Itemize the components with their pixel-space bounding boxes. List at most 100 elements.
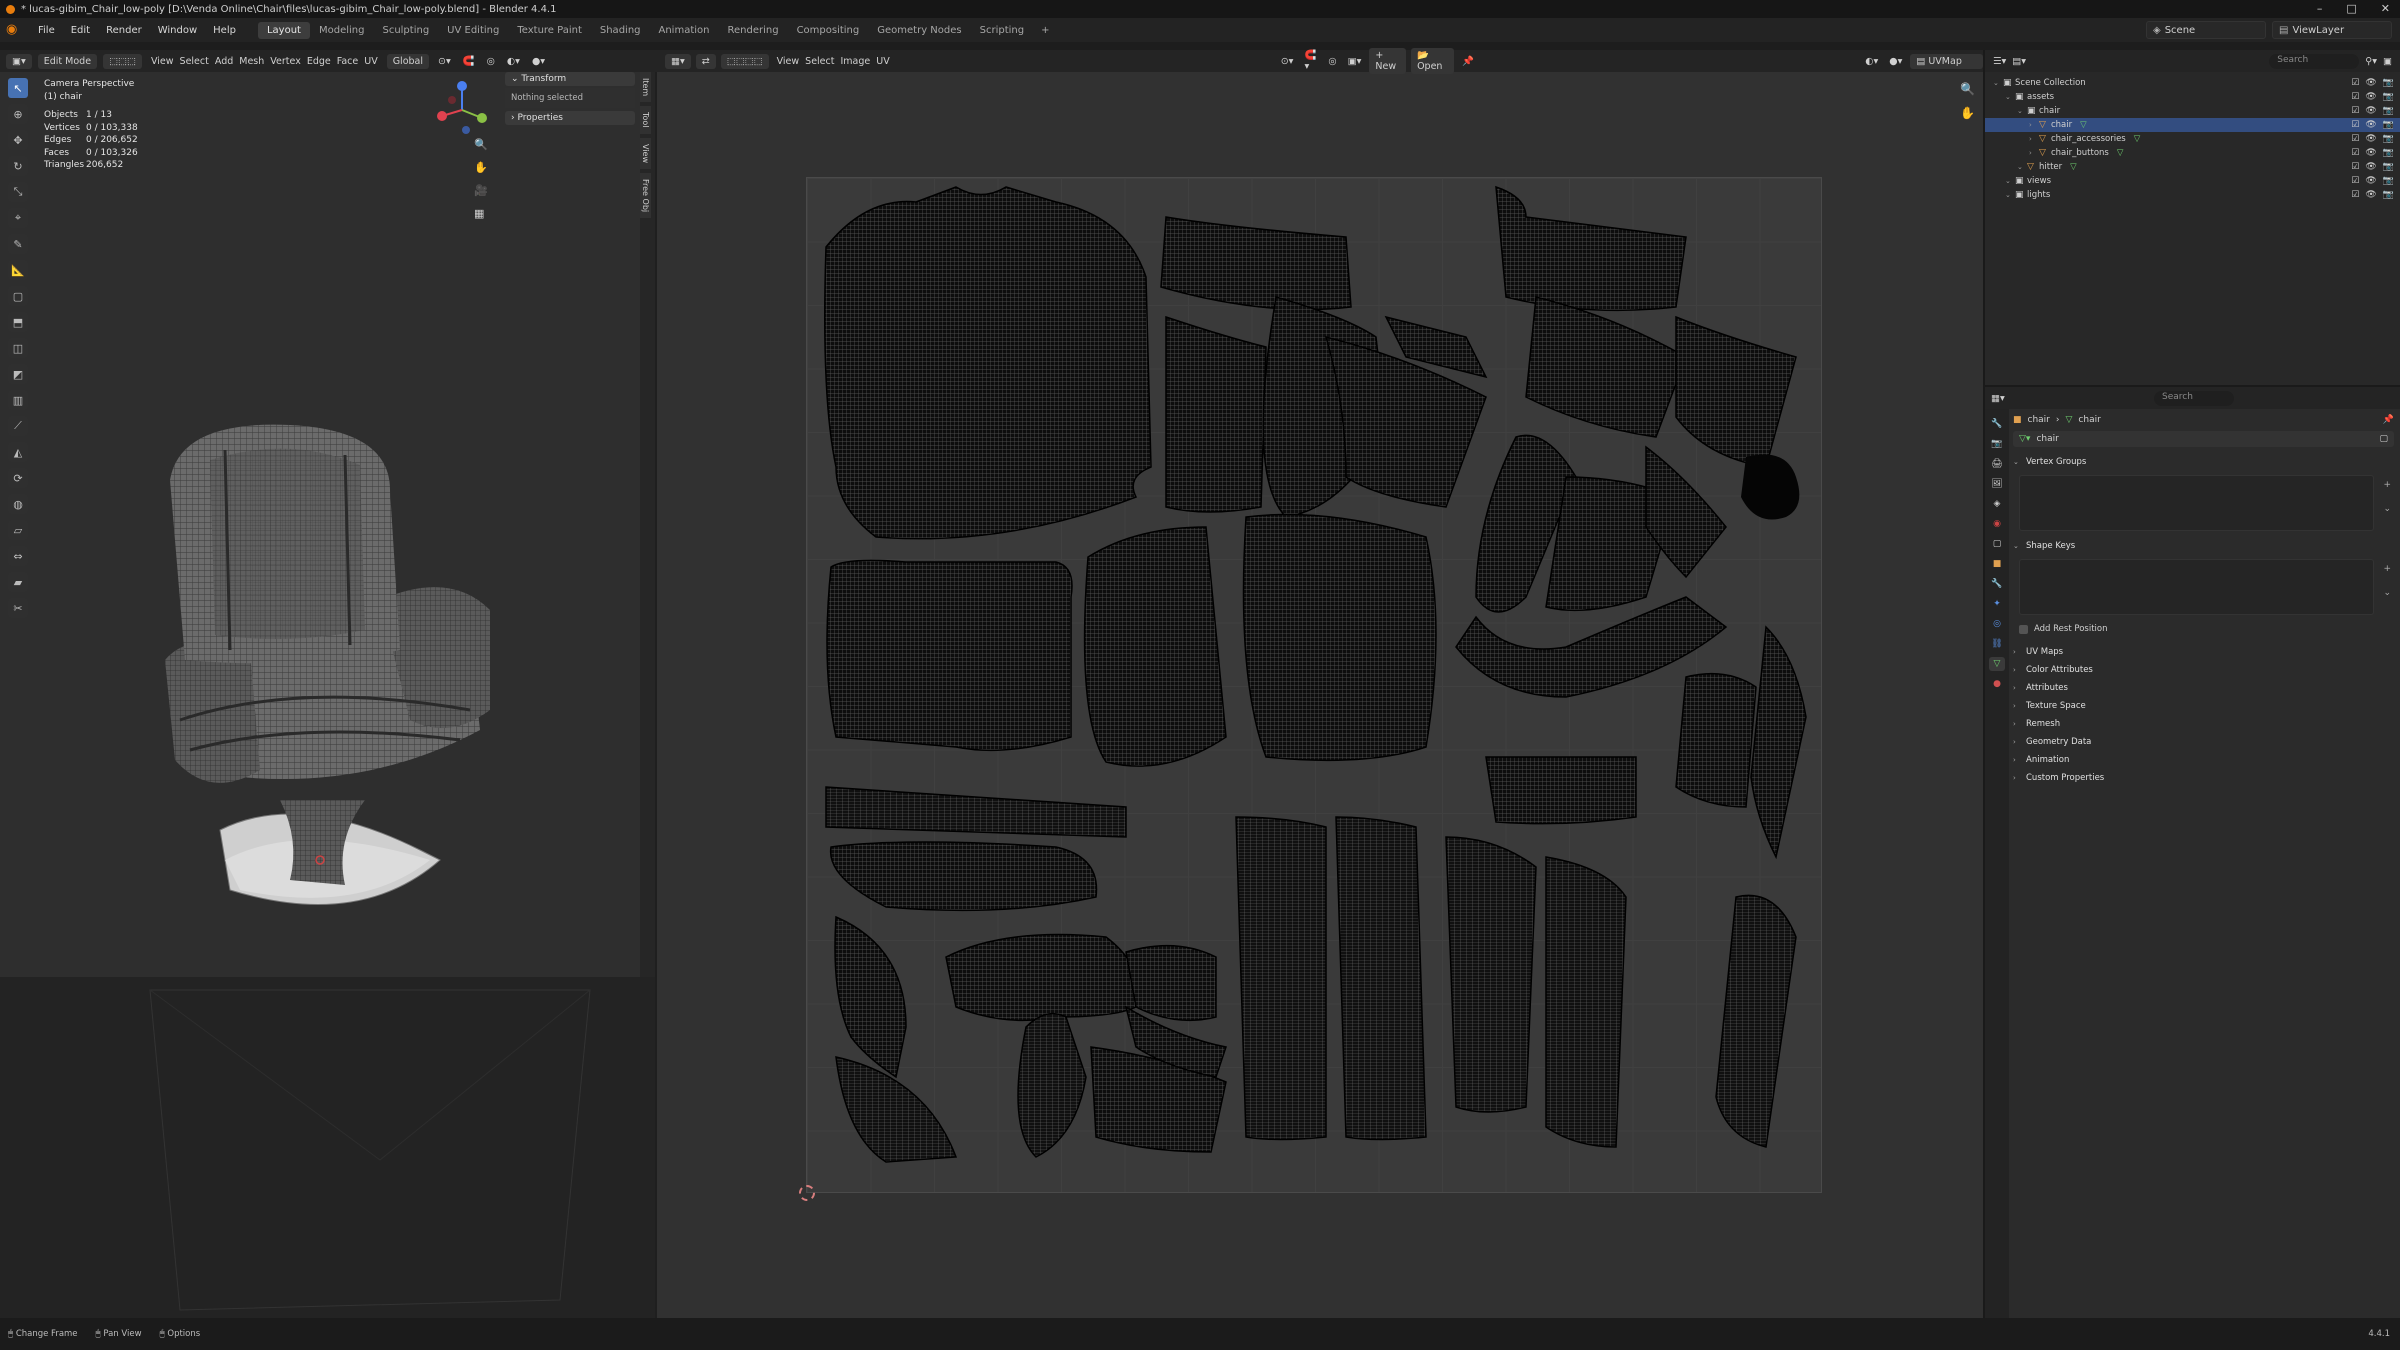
uv-menu-uv[interactable]: UV [873,56,892,67]
sidebar-tab-view[interactable]: View [640,137,651,169]
add-rest-position-checkbox[interactable]: Add Rest Position [2013,621,2394,637]
maximize-icon[interactable]: □ [2346,2,2356,15]
navigation-gizmo[interactable] [430,78,494,142]
gizmo-x-axis[interactable] [437,111,447,121]
panel-attributes[interactable]: › Attributes [2013,679,2394,697]
vertex-group-menu-icon[interactable]: ⌄ [2383,504,2391,514]
viewport-menu-view[interactable]: View [148,56,177,67]
annotate-tool-icon[interactable]: ✎ [8,234,28,254]
outliner-editor-type-icon[interactable]: ☰▾ [1993,56,2006,67]
pin-icon[interactable]: 📌 [2383,415,2394,425]
checkbox-icon[interactable]: ☑ [2351,148,2359,158]
uvmap-selector[interactable]: ▤ UVMap [1910,53,1984,69]
tool-tab-icon[interactable]: 🔧 [1989,417,2005,431]
workspace-tab-scripting[interactable]: Scripting [971,22,1033,39]
eye-icon[interactable]: 👁 [2365,78,2376,88]
loop-cut-tool-icon[interactable]: ▥ [8,390,28,410]
outliner-row[interactable]: ⌄ ▣ assets ☑ 👁 📷 [1985,90,2400,104]
scene-tab-icon[interactable]: ◈ [1989,497,2005,511]
move-tool-icon[interactable]: ✥ [8,130,28,150]
panel-geometry-data[interactable]: › Geometry Data [2013,733,2394,751]
menu-help[interactable]: Help [205,25,244,36]
collection-tab-icon[interactable]: ▢ [1989,537,2005,551]
checkbox-icon[interactable]: ☑ [2351,92,2359,102]
render-tab-icon[interactable]: 📷 [1989,437,2005,451]
modifier-tab-icon[interactable]: 🔧 [1989,577,2005,591]
snap-icon[interactable]: 🧲 [460,56,478,67]
workspace-tab-rendering[interactable]: Rendering [718,22,787,39]
uv-pan-icon[interactable]: ✋ [1960,106,1975,120]
uv-snap-icon[interactable]: 🧲▾ [1301,50,1320,72]
checkbox-icon[interactable]: ☑ [2351,120,2359,130]
camera-render-icon[interactable]: 📷 [2383,190,2394,200]
cursor-tool-icon[interactable]: ⊕ [8,104,28,124]
properties-search-input[interactable]: Search [2154,390,2234,406]
shear-tool-icon[interactable]: ▰ [8,572,28,592]
workspace-tab-geometry-nodes[interactable]: Geometry Nodes [868,22,970,39]
outliner-row[interactable]: ⌄ ▣ lights ☑ 👁 📷 [1985,188,2400,202]
select-box-tool-icon[interactable]: ↖ [8,78,28,98]
camera-render-icon[interactable]: 📷 [2383,176,2394,186]
outliner-row[interactable]: › ▽ chair ▽ ☑ 👁 📷 [1985,118,2400,132]
outliner-filter-icon[interactable]: ⚲▾ [2365,56,2377,67]
camera-view-icon[interactable]: 🎥 [474,184,488,197]
eye-icon[interactable]: 👁 [2365,162,2376,172]
shape-keys-header[interactable]: ⌄ Shape Keys [2013,537,2394,555]
overlay-icon[interactable]: ◐▾ [504,56,523,67]
shape-keys-list[interactable]: + ⌄ [2019,559,2391,615]
particles-tab-icon[interactable]: ✦ [1989,597,2005,611]
panel-custom-properties[interactable]: › Custom Properties [2013,769,2394,787]
perspective-toggle-icon[interactable]: ▦ [474,207,488,220]
blender-menu-icon[interactable]: ◉ [6,23,24,37]
outliner-row[interactable]: ⌄ ▣ Scene Collection ☑ 👁 📷 [1985,76,2400,90]
camera-render-icon[interactable]: 📷 [2383,148,2394,158]
outliner-row[interactable]: ⌄ ▣ chair ☑ 👁 📷 [1985,104,2400,118]
proportional-edit-icon[interactable]: ◎ [484,56,498,67]
checkbox[interactable] [2019,624,2028,634]
shading-icon[interactable]: ●▾ [529,56,548,67]
camera-render-icon[interactable]: 📷 [2383,120,2394,130]
viewport-menu-add[interactable]: Add [212,56,236,67]
checkbox-icon[interactable]: ☑ [2351,190,2359,200]
new-collection-icon[interactable]: ▣ [2383,56,2392,67]
workspace-tab-uv-editing[interactable]: UV Editing [438,22,508,39]
expand-toggle-icon[interactable]: › [2029,121,2039,129]
eye-icon[interactable]: 👁 [2365,106,2376,116]
uv-2d-cursor[interactable] [799,1185,815,1201]
gizmo-y-axis[interactable] [477,113,487,123]
scale-tool-icon[interactable]: ⤡ [8,182,28,202]
gizmo-z-axis[interactable] [457,81,467,91]
workspace-tab-shading[interactable]: Shading [591,22,650,39]
outliner-row[interactable]: ⌄ ▽ hitter ▽ ☑ 👁 📷 [1985,160,2400,174]
scene-selector[interactable]: ◈ Scene [2146,21,2266,39]
menu-render[interactable]: Render [98,25,150,36]
add-vertex-group-icon[interactable]: + [2383,480,2391,490]
expand-toggle-icon[interactable]: › [2029,149,2039,157]
gizmo-neg-x-axis[interactable] [448,96,456,104]
rip-tool-icon[interactable]: ✂ [8,598,28,618]
checkbox-icon[interactable]: ☑ [2351,134,2359,144]
editor-type-button[interactable]: ▣▾ [6,53,32,69]
object-tab-icon[interactable]: ■ [1989,557,2005,571]
minimize-icon[interactable]: – [2317,2,2323,15]
uv-islands[interactable] [806,177,1822,1193]
expand-toggle-icon[interactable]: ⌄ [2005,93,2015,101]
sidebar-tab-free-obj[interactable]: Free Obj [640,172,651,218]
uv-overlay-icon[interactable]: ◐▾ [1862,56,1881,67]
fake-user-icon[interactable]: ▢ [2379,434,2388,444]
outliner-search-input[interactable]: Search [2269,53,2360,69]
mesh-data-tab-icon[interactable]: ▽ [1989,657,2005,671]
checkbox-icon[interactable]: ☑ [2351,78,2359,88]
panel-color-attributes[interactable]: › Color Attributes [2013,661,2394,679]
menu-file[interactable]: File [30,25,63,36]
uv-menu-view[interactable]: View [774,56,803,67]
chair-mesh-wireframe[interactable] [150,420,510,930]
eye-icon[interactable]: 👁 [2365,134,2376,144]
outliner-row[interactable]: › ▽ chair_accessories ▽ ☑ 👁 📷 [1985,132,2400,146]
camera-render-icon[interactable]: 📷 [2383,78,2394,88]
add-workspace-button[interactable]: + [1033,25,1057,36]
mesh-name-field[interactable]: ▽▾ chair ▢ [2013,431,2394,447]
camera-render-icon[interactable]: 📷 [2383,134,2394,144]
add-cube-tool-icon[interactable]: ▢ [8,286,28,306]
uv-proportional-icon[interactable]: ◎ [1325,56,1339,67]
